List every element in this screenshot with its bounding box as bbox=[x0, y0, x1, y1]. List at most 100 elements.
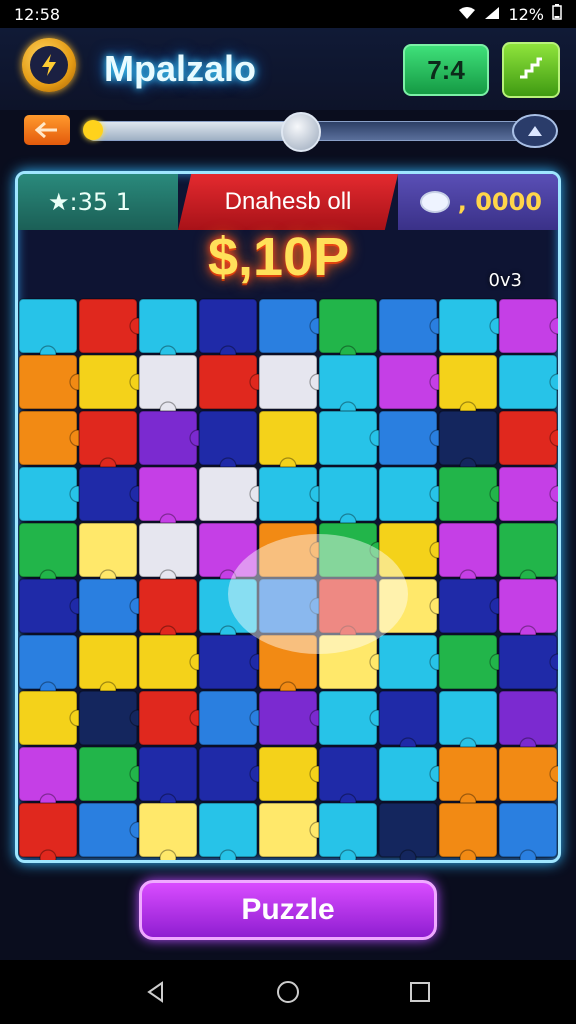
puzzle-piece[interactable] bbox=[378, 634, 438, 690]
puzzle-piece[interactable] bbox=[198, 298, 258, 354]
puzzle-piece[interactable] bbox=[138, 522, 198, 578]
puzzle-piece[interactable] bbox=[198, 690, 258, 746]
progress-fill bbox=[87, 122, 299, 140]
puzzle-piece[interactable] bbox=[498, 522, 558, 578]
puzzle-piece[interactable] bbox=[18, 746, 78, 802]
puzzle-piece[interactable] bbox=[138, 746, 198, 802]
end-flag-icon[interactable] bbox=[512, 114, 558, 148]
puzzle-piece[interactable] bbox=[438, 746, 498, 802]
puzzle-piece[interactable] bbox=[18, 634, 78, 690]
puzzle-piece[interactable] bbox=[138, 578, 198, 634]
back-arrow-icon[interactable] bbox=[24, 115, 70, 145]
puzzle-piece[interactable] bbox=[138, 298, 198, 354]
puzzle-piece[interactable] bbox=[498, 578, 558, 634]
puzzle-piece[interactable] bbox=[438, 466, 498, 522]
puzzle-piece[interactable] bbox=[498, 298, 558, 354]
puzzle-piece[interactable] bbox=[198, 802, 258, 858]
puzzle-piece[interactable] bbox=[138, 802, 198, 858]
puzzle-piece[interactable] bbox=[198, 634, 258, 690]
puzzle-piece[interactable] bbox=[138, 690, 198, 746]
puzzle-piece[interactable] bbox=[378, 354, 438, 410]
puzzle-piece[interactable] bbox=[258, 298, 318, 354]
puzzle-button[interactable]: Puzzle bbox=[139, 880, 437, 940]
puzzle-piece[interactable] bbox=[18, 522, 78, 578]
puzzle-piece-knob bbox=[39, 849, 57, 860]
puzzle-piece[interactable] bbox=[318, 410, 378, 466]
puzzle-piece[interactable] bbox=[498, 410, 558, 466]
puzzle-piece[interactable] bbox=[438, 690, 498, 746]
puzzle-piece[interactable] bbox=[318, 802, 378, 858]
progress-knob[interactable] bbox=[280, 112, 321, 152]
puzzle-piece[interactable] bbox=[438, 578, 498, 634]
puzzle-piece[interactable] bbox=[498, 354, 558, 410]
puzzle-piece[interactable] bbox=[258, 802, 318, 858]
puzzle-piece[interactable] bbox=[498, 802, 558, 858]
puzzle-piece[interactable] bbox=[18, 690, 78, 746]
puzzle-piece[interactable] bbox=[138, 634, 198, 690]
puzzle-piece[interactable] bbox=[438, 354, 498, 410]
puzzle-piece-knob bbox=[339, 849, 357, 860]
puzzle-piece[interactable] bbox=[258, 354, 318, 410]
puzzle-piece[interactable] bbox=[18, 354, 78, 410]
puzzle-piece[interactable] bbox=[438, 410, 498, 466]
coins-counter: , 0000 bbox=[398, 174, 558, 230]
puzzle-piece[interactable] bbox=[258, 466, 318, 522]
puzzle-piece[interactable] bbox=[138, 410, 198, 466]
puzzle-piece[interactable] bbox=[198, 466, 258, 522]
power-button[interactable] bbox=[22, 38, 76, 92]
puzzle-piece[interactable] bbox=[18, 466, 78, 522]
puzzle-piece[interactable] bbox=[318, 354, 378, 410]
home-nav-icon[interactable] bbox=[268, 972, 308, 1012]
puzzle-piece[interactable] bbox=[198, 746, 258, 802]
puzzle-piece[interactable] bbox=[138, 354, 198, 410]
puzzle-piece[interactable] bbox=[318, 298, 378, 354]
puzzle-piece[interactable] bbox=[378, 746, 438, 802]
puzzle-piece[interactable] bbox=[258, 690, 318, 746]
puzzle-piece[interactable] bbox=[78, 578, 138, 634]
level-badge[interactable]: 7:4 bbox=[403, 44, 489, 96]
recents-nav-icon[interactable] bbox=[400, 972, 440, 1012]
puzzle-piece[interactable] bbox=[18, 298, 78, 354]
puzzle-piece[interactable] bbox=[318, 466, 378, 522]
puzzle-piece[interactable] bbox=[378, 298, 438, 354]
puzzle-piece[interactable] bbox=[78, 802, 138, 858]
puzzle-piece[interactable] bbox=[78, 410, 138, 466]
puzzle-piece[interactable] bbox=[318, 746, 378, 802]
puzzle-piece[interactable] bbox=[78, 298, 138, 354]
puzzle-piece[interactable] bbox=[438, 522, 498, 578]
puzzle-piece[interactable] bbox=[78, 466, 138, 522]
puzzle-piece[interactable] bbox=[498, 690, 558, 746]
puzzle-piece[interactable] bbox=[18, 410, 78, 466]
board-glow bbox=[228, 534, 408, 654]
board-banner: Dnahesb oll bbox=[178, 174, 398, 230]
puzzle-piece[interactable] bbox=[78, 634, 138, 690]
puzzle-piece[interactable] bbox=[378, 410, 438, 466]
puzzle-piece[interactable] bbox=[438, 802, 498, 858]
puzzle-piece[interactable] bbox=[198, 410, 258, 466]
puzzle-piece[interactable] bbox=[78, 354, 138, 410]
puzzle-piece[interactable] bbox=[438, 298, 498, 354]
puzzle-piece[interactable] bbox=[258, 746, 318, 802]
puzzle-piece[interactable] bbox=[18, 802, 78, 858]
music-icon bbox=[518, 55, 544, 85]
level-progress-slider[interactable] bbox=[24, 110, 558, 152]
puzzle-piece[interactable] bbox=[18, 578, 78, 634]
puzzle-board: ★:35 1 Dnahesb oll , 0000 $,10P 0v3 bbox=[15, 171, 561, 863]
puzzle-piece[interactable] bbox=[318, 690, 378, 746]
puzzle-piece[interactable] bbox=[78, 522, 138, 578]
puzzle-piece[interactable] bbox=[78, 690, 138, 746]
music-button[interactable] bbox=[502, 42, 560, 98]
puzzle-piece[interactable] bbox=[378, 802, 438, 858]
puzzle-piece[interactable] bbox=[438, 634, 498, 690]
puzzle-piece[interactable] bbox=[138, 466, 198, 522]
puzzle-piece[interactable] bbox=[498, 634, 558, 690]
puzzle-piece[interactable] bbox=[198, 354, 258, 410]
puzzle-piece[interactable] bbox=[258, 410, 318, 466]
puzzle-piece-knob bbox=[399, 849, 417, 860]
puzzle-piece[interactable] bbox=[78, 746, 138, 802]
puzzle-piece[interactable] bbox=[498, 746, 558, 802]
back-nav-icon[interactable] bbox=[136, 972, 176, 1012]
puzzle-piece[interactable] bbox=[378, 466, 438, 522]
puzzle-piece[interactable] bbox=[378, 690, 438, 746]
puzzle-piece[interactable] bbox=[498, 466, 558, 522]
